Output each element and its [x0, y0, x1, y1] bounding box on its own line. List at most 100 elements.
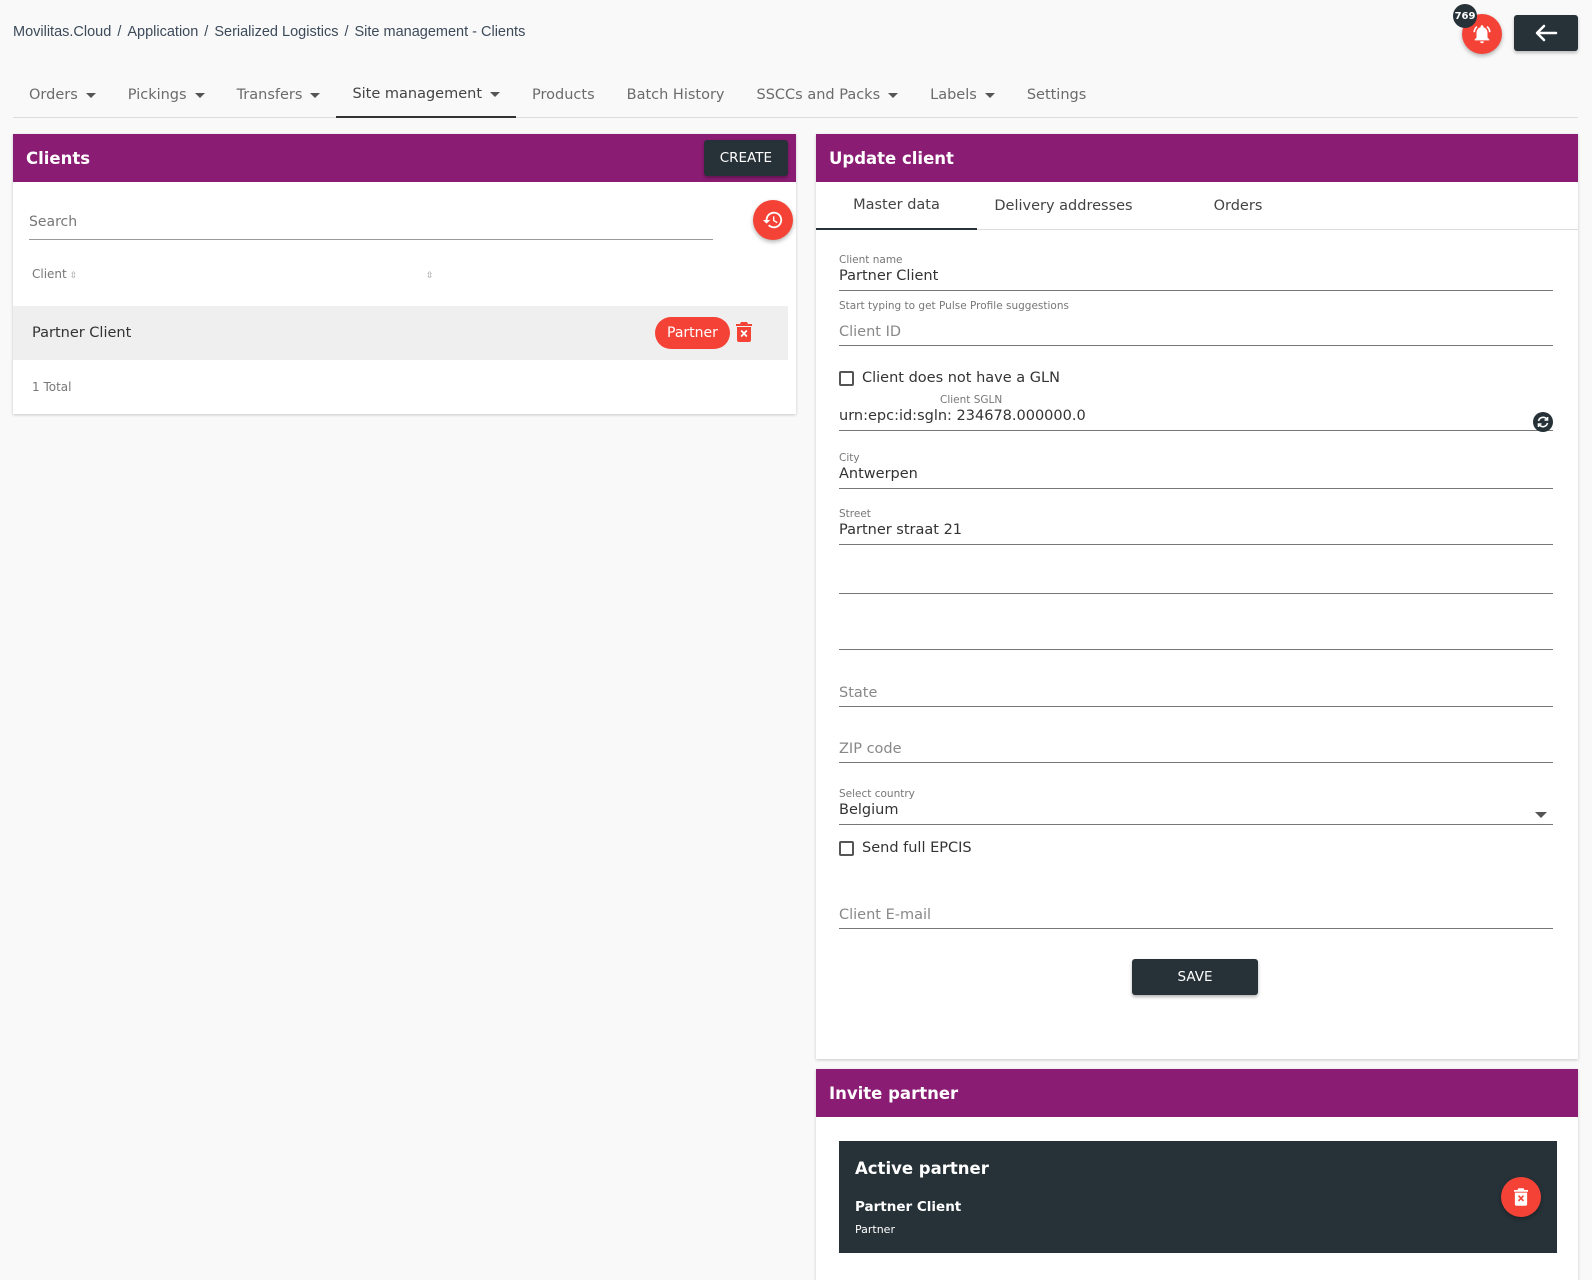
caret-down-icon — [888, 92, 899, 98]
field-placeholder: ZIP code — [839, 741, 902, 757]
tab-pickings[interactable]: Pickings — [112, 72, 221, 118]
history-button[interactable] — [753, 200, 793, 240]
tab-delivery-addresses[interactable]: Delivery addresses — [977, 182, 1150, 230]
tab-label: SSCCs and Packs — [756, 87, 881, 103]
column-header-sort[interactable]: ⇳ — [423, 267, 434, 281]
breadcrumb-item-serialized-logistics[interactable]: Serialized Logistics — [214, 24, 338, 40]
checkbox-label: Client does not have a GLN — [862, 370, 1060, 386]
field-label: Street — [839, 508, 871, 520]
table-row[interactable]: Partner Client Partner — [13, 306, 788, 360]
address-line-3-field[interactable] — [839, 620, 1553, 650]
tab-products[interactable]: Products — [516, 72, 611, 118]
field-value: urn:epc:id:sgln: 234678.000000.0 — [839, 408, 1086, 424]
partner-badge: Partner — [655, 317, 730, 349]
breadcrumb-item-current: Site management - Clients — [354, 24, 526, 40]
active-partner-title: Active partner — [855, 1159, 989, 1178]
field-value: Belgium — [839, 802, 899, 818]
caret-down-icon — [984, 92, 995, 98]
checkbox-box — [839, 840, 854, 856]
tab-orders[interactable]: Orders — [13, 72, 112, 118]
checkbox-box — [839, 370, 854, 386]
invite-partner-title: Invite partner — [829, 1083, 959, 1103]
tab-label: Orders — [29, 87, 78, 103]
history-icon — [762, 211, 783, 229]
column-header-label: Client — [32, 267, 67, 281]
delete-icon — [1514, 1188, 1528, 1206]
street-field[interactable]: Street Partner straat 21 — [839, 508, 1553, 545]
refresh-icon[interactable] — [1533, 412, 1553, 436]
caret-down-icon — [310, 92, 321, 98]
tab-site-management[interactable]: Site management — [336, 72, 517, 118]
tab-batch-history[interactable]: Batch History — [611, 72, 741, 118]
clients-panel: Clients CREATE Search Client ⇳ ⇳ Partner … — [13, 134, 796, 414]
field-label: Client SGLN — [940, 394, 1003, 406]
caret-down-icon — [85, 92, 96, 98]
tab-label: Batch History — [626, 87, 725, 103]
city-field[interactable]: City Antwerpen — [839, 452, 1553, 489]
update-client-title: Update client — [829, 148, 954, 168]
send-full-epcis-checkbox[interactable]: Send full EPCIS — [839, 840, 972, 856]
tab-ssccs-and-packs[interactable]: SSCCs and Packs — [741, 72, 915, 118]
column-header-client[interactable]: Client ⇳ — [32, 267, 77, 281]
address-line-2-field[interactable] — [839, 564, 1553, 594]
tab-transfers[interactable]: Transfers — [221, 72, 337, 118]
save-button[interactable]: SAVE — [1132, 959, 1258, 995]
breadcrumb-separator: / — [204, 24, 209, 40]
field-placeholder: State — [839, 685, 878, 701]
tab-label: Settings — [1026, 87, 1087, 103]
invite-partner-header: Invite partner — [816, 1069, 1578, 1117]
field-value: Partner Client — [839, 268, 939, 284]
clients-panel-title: Clients — [26, 148, 91, 168]
tab-master-data[interactable]: Master data — [816, 182, 977, 230]
state-field[interactable]: State — [839, 685, 1553, 707]
remove-partner-button[interactable] — [1501, 1177, 1541, 1217]
back-button[interactable] — [1514, 15, 1578, 51]
tab-settings[interactable]: Settings — [1011, 72, 1102, 118]
tab-label: Labels — [930, 87, 977, 103]
partner-name: Partner Client — [855, 1199, 962, 1215]
field-value: Partner straat 21 — [839, 522, 963, 538]
client-name-hint: Start typing to get Pulse Profile sugges… — [839, 300, 1069, 312]
field-label: City — [839, 452, 860, 464]
sort-icon: ⇳ — [426, 271, 434, 281]
field-label: Client name — [839, 254, 903, 266]
invite-partner-panel: Invite partner Active partner Partner Cl… — [816, 1069, 1578, 1280]
update-client-tabs: Master data Delivery addresses Orders — [816, 182, 1578, 230]
zip-code-field[interactable]: ZIP code — [839, 741, 1553, 763]
client-id-field[interactable]: Client ID — [839, 324, 1553, 346]
chevron-down-icon — [1535, 812, 1547, 818]
no-gln-checkbox[interactable]: Client does not have a GLN — [839, 370, 1060, 386]
country-select[interactable]: Select country Belgium — [839, 788, 1553, 825]
tab-label: Site management — [352, 86, 483, 102]
arrow-left-icon — [1535, 24, 1558, 42]
breadcrumb-separator: / — [117, 24, 122, 40]
field-placeholder: Client ID — [839, 324, 902, 340]
sort-icon: ⇳ — [69, 271, 78, 281]
total-count: 1 Total — [32, 380, 72, 394]
update-client-header: Update client — [816, 134, 1578, 182]
search-input[interactable]: Search — [29, 206, 713, 240]
breadcrumb-separator: / — [344, 24, 349, 40]
caret-down-icon — [490, 91, 501, 97]
client-email-field[interactable]: Client E-mail — [839, 907, 1553, 929]
update-client-panel: Update client Master data Delivery addre… — [816, 134, 1578, 1059]
client-sgln-field[interactable]: Client SGLN urn:epc:id:sgln: 234678.0000… — [839, 394, 1553, 432]
clients-panel-header: Clients — [13, 134, 796, 182]
tab-label: Products — [532, 87, 595, 103]
tab-labels[interactable]: Labels — [914, 72, 1011, 118]
create-button[interactable]: CREATE — [703, 140, 788, 176]
client-name-cell: Partner Client — [32, 325, 132, 341]
breadcrumb: Movilitas.Cloud / Application / Serialized L… — [13, 24, 525, 40]
main-nav-tabs: Orders Pickings Transfers Site managemen… — [13, 72, 1578, 118]
bell-icon — [1473, 25, 1491, 44]
notification-count-badge: 769 — [1453, 4, 1477, 28]
delete-icon[interactable] — [736, 322, 752, 346]
breadcrumb-item-home[interactable]: Movilitas.Cloud — [13, 24, 111, 40]
checkbox-label: Send full EPCIS — [862, 840, 972, 856]
client-name-field[interactable]: Client name Partner Client — [839, 254, 1553, 291]
partner-role: Partner — [855, 1223, 895, 1236]
breadcrumb-item-application[interactable]: Application — [127, 24, 198, 40]
tab-label: Pickings — [127, 87, 187, 103]
tab-orders[interactable]: Orders — [1150, 182, 1326, 230]
active-partner-card: Active partner Partner Client Partner — [839, 1141, 1557, 1253]
